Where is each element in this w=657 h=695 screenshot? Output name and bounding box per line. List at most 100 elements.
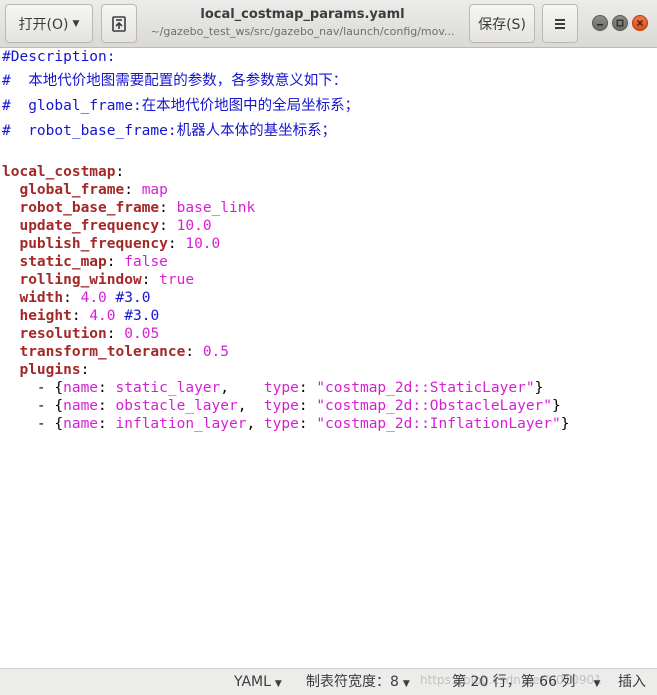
status-bar: https://blog.csdn.net/u010901 YAML ▼ 制表符宽… (0, 668, 657, 695)
comment-text: # (2, 73, 29, 89)
yaml-value: 10.0 (176, 218, 212, 234)
punctuation: , (220, 380, 264, 396)
menu-button[interactable] (542, 4, 578, 43)
yaml-value: 4.0 (80, 290, 107, 306)
punctuation: : (159, 200, 177, 216)
code-line: # robot_base_frame:机器人本体的基坐标系； (2, 122, 336, 140)
comment-text: #Description: (2, 49, 116, 65)
minimize-button[interactable] (592, 15, 608, 31)
yaml-key: resolution (19, 326, 107, 342)
maximize-button[interactable] (612, 15, 628, 31)
inline-comment: #3.0 (115, 308, 160, 324)
punctuation: } (560, 416, 570, 432)
tab-width-selector[interactable]: 制表符宽度：8 ▼ (306, 673, 410, 693)
punctuation: : (159, 218, 177, 234)
open-button[interactable]: 打开(O) ▼ (5, 4, 93, 43)
close-button[interactable] (632, 15, 648, 31)
comment-text: # global_frame: (2, 98, 142, 114)
punctuation: , (246, 416, 264, 432)
save-button-label: 保存(S) (478, 16, 526, 33)
text-editor[interactable]: #Description: # 本地代价地图需要配置的参数，各参数意义如下： # g… (0, 48, 657, 668)
yaml-value: static_layer (115, 380, 221, 396)
dropdown-caret-icon: ▼ (593, 679, 601, 689)
code-line: update_frequency: 10.0 (2, 217, 212, 235)
punctuation: : (115, 164, 125, 180)
yaml-value: false (124, 254, 168, 270)
code-line: robot_base_frame: base_link (2, 199, 255, 217)
comment-text: 在本地代价地图中的全局坐标系； (141, 98, 360, 114)
yaml-key: static_map (19, 254, 107, 270)
dropdown-caret-icon: ▼ (402, 679, 410, 689)
punctuation: : (141, 272, 160, 288)
gedit-window: 打开(O) ▼ local_costmap_params.yaml ~/gaze… (0, 0, 657, 695)
code-line: # 本地代价地图需要配置的参数，各参数意义如下： (2, 72, 347, 90)
open-button-label: 打开(O) (18, 16, 69, 33)
language-label: YAML (234, 674, 271, 690)
comment-text: # robot_base_frame: (2, 123, 177, 139)
yaml-value: obstacle_layer (115, 398, 238, 414)
code-line: - {name: static_layer, type: "costmap_2d… (2, 379, 543, 397)
punctuation: } (552, 398, 561, 414)
punctuation: } (534, 380, 544, 396)
inline-comment: #3.0 (106, 290, 151, 306)
punctuation: : (298, 416, 317, 432)
code-line: - {name: inflation_layer, type: "costmap… (2, 415, 570, 433)
punctuation: : (98, 380, 116, 396)
yaml-key: width (19, 290, 64, 306)
insert-mode-indicator[interactable]: 插入 (618, 673, 646, 691)
new-document-button[interactable] (101, 4, 137, 43)
code-line: width: 4.0 #3.0 (2, 289, 150, 307)
yaml-key: plugins (19, 362, 81, 378)
yaml-value: 4.0 (89, 308, 116, 324)
dropdown-caret-icon: ▼ (274, 679, 282, 689)
yaml-key: transform_tolerance (19, 344, 186, 360)
punctuation: : (185, 344, 203, 360)
language-selector[interactable]: YAML ▼ (234, 673, 282, 693)
punctuation: : (106, 326, 125, 342)
string-value: "costmap_2d::StaticLayer" (316, 380, 535, 396)
punctuation: - { (2, 380, 64, 396)
title-area: local_costmap_params.yaml ~/gazebo_test_… (140, 6, 465, 40)
window-subtitle: ~/gazebo_test_ws/src/gazebo_nav/launch/c… (150, 25, 455, 38)
yaml-value: map (141, 182, 168, 198)
code-line: - {name: obstacle_layer, type: "costmap_… (2, 397, 561, 415)
yaml-value: name (63, 398, 99, 414)
punctuation: : (98, 416, 116, 432)
yaml-key: rolling_window (19, 272, 142, 288)
maximize-icon (616, 19, 624, 27)
save-button[interactable]: 保存(S) (469, 4, 535, 43)
code-line: rolling_window: true (2, 271, 194, 289)
punctuation: : (80, 362, 90, 378)
punctuation: , (237, 398, 264, 414)
cursor-position-selector[interactable]: 第 20 行，第 66 列 ▼ (452, 673, 600, 693)
yaml-value: true (159, 272, 195, 288)
punctuation: - { (2, 398, 64, 414)
yaml-value: name (63, 380, 99, 396)
hamburger-menu-icon (555, 18, 565, 29)
code-line: # global_frame:在本地代价地图中的全局坐标系； (2, 97, 359, 115)
cursor-position-label: 第 20 行，第 66 列 (452, 674, 576, 690)
header-bar: 打开(O) ▼ local_costmap_params.yaml ~/gaze… (0, 0, 657, 48)
yaml-value: 10.0 (185, 236, 221, 252)
string-value: "costmap_2d::InflationLayer" (316, 416, 561, 432)
insert-mode-label: 插入 (618, 674, 646, 690)
yaml-value: 0.05 (124, 326, 160, 342)
yaml-value: type (263, 416, 299, 432)
yaml-key: publish_frequency (19, 236, 168, 252)
yaml-value: type (263, 380, 299, 396)
code-line: height: 4.0 #3.0 (2, 307, 159, 325)
yaml-value: 0.5 (202, 344, 230, 360)
code-line: global_frame: map (2, 181, 168, 199)
yaml-key: robot_base_frame (19, 200, 160, 216)
code-line: #Description: (2, 48, 116, 66)
yaml-key: height (19, 308, 72, 324)
punctuation: : (124, 182, 142, 198)
